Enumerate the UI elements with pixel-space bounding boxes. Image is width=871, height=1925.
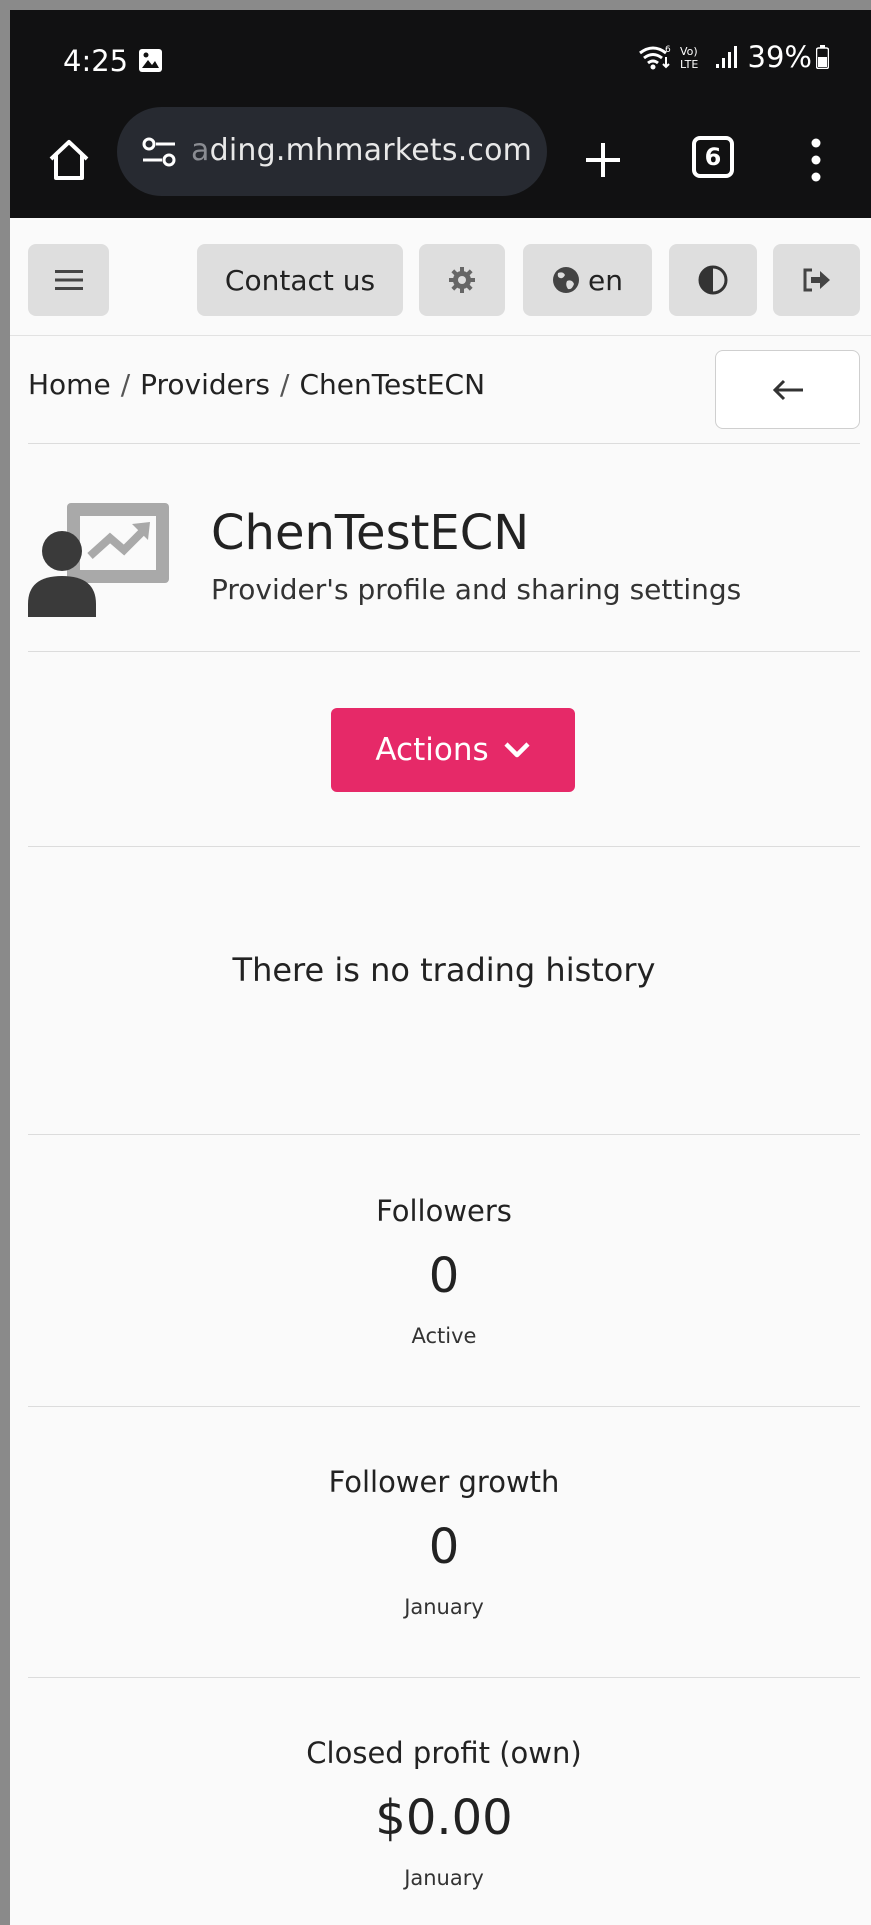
hamburger-icon [54,270,83,290]
logout-button[interactable] [773,244,860,316]
trading-history-section: There is no trading history [28,848,860,1135]
provider-name: ChenTestECN [211,505,530,561]
stat-value: 0 [428,1519,460,1575]
status-time: 4:25 [63,44,129,78]
contrast-icon [698,265,728,295]
back-button[interactable] [715,350,860,429]
menu-button[interactable] [28,244,109,316]
settings-button[interactable] [419,244,505,316]
contact-us-button[interactable]: Contact us [197,244,403,316]
stat-title: Follower growth [328,1465,560,1499]
logout-icon [803,268,830,292]
volte-icon: Vo) LTE [680,45,698,70]
breadcrumb-row: Home / Providers / ChenTestECN [28,340,860,444]
language-label: en [588,263,623,297]
tab-switcher-button[interactable]: 6 [692,136,734,178]
more-vert-icon[interactable] [810,138,822,182]
actions-row: Actions [28,653,860,847]
svg-text:Vo): Vo) [680,45,698,58]
theme-toggle-button[interactable] [669,244,757,316]
breadcrumb-providers-link[interactable]: Providers [140,368,270,401]
language-button[interactable]: en [523,244,652,316]
breadcrumb-home-link[interactable]: Home [28,368,111,401]
url-text[interactable]: ading.mhmarkets.com [191,133,531,173]
svg-text:6: 6 [665,45,671,55]
stat-caption: January [404,1866,484,1890]
presenter-chart-icon [28,503,169,617]
status-indicators: 6 Vo) LTE 39% [638,40,835,74]
plus-icon[interactable] [583,140,623,180]
stat-value: $0.00 [375,1790,513,1846]
app-navbar: Contact us en [10,218,871,336]
stat-closed-profit: Closed profit (own) $0.00 January [28,1678,860,1925]
stat-follower-growth: Follower growth 0 January [28,1407,860,1678]
wifi-icon: 6 [638,45,671,70]
provider-header: ChenTestECN Provider's profile and shari… [28,445,860,652]
breadcrumb-separator: / [120,368,131,401]
chevron-down-icon [504,742,530,758]
stat-caption: Active [411,1324,477,1348]
stat-value: 0 [428,1248,460,1304]
battery-icon [816,45,829,69]
breadcrumb-current: ChenTestECN [299,368,486,401]
globe-icon [553,267,579,293]
gear-icon [449,267,475,293]
breadcrumb-separator: / [280,368,290,401]
browser-chrome: 4:25 6 Vo) LTE 39% ading.mhmarkets.com 6 [10,10,871,218]
gallery-notification-icon [139,49,162,72]
actions-dropdown-button[interactable]: Actions [331,708,575,792]
svg-text:LTE: LTE [680,58,698,70]
url-bar[interactable]: ading.mhmarkets.com [117,107,547,196]
tune-icon[interactable] [141,135,177,169]
no-history-message: There is no trading history [232,951,656,989]
arrow-left-icon [772,379,803,400]
url-domain: ding.mhmarkets.com [209,133,531,168]
app-frame: 4:25 6 Vo) LTE 39% ading.mhmarkets.com 6… [10,10,871,1925]
stat-caption: January [404,1595,484,1619]
signal-icon [715,46,737,68]
breadcrumb: Home / Providers / ChenTestECN [28,368,485,401]
provider-subtitle: Provider's profile and sharing settings [211,573,742,606]
stat-followers: Followers 0 Active [28,1136,860,1407]
stat-title: Closed profit (own) [306,1736,582,1770]
home-icon[interactable] [46,137,92,183]
battery-percent: 39% [747,40,812,74]
stat-title: Followers [376,1194,512,1228]
actions-label: Actions [375,732,489,768]
url-faded-prefix: a [191,133,210,168]
